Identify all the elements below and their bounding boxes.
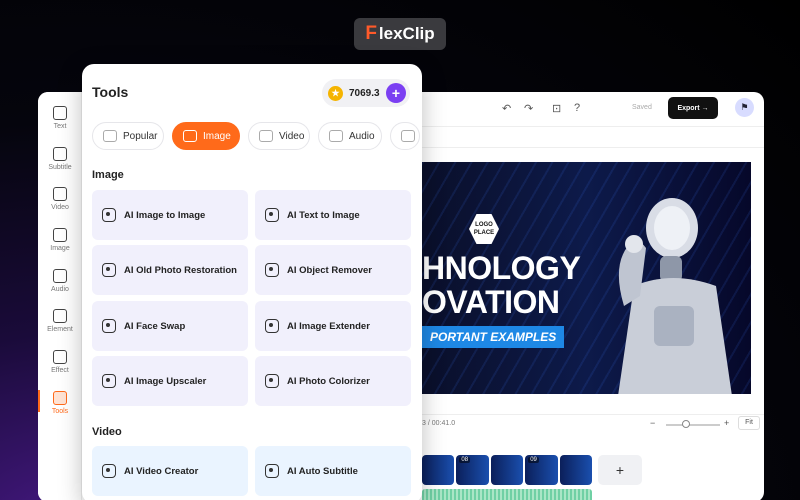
section-title-image: Image — [92, 169, 124, 181]
editor-subbar — [422, 126, 764, 148]
tab-image[interactable]: Image — [172, 122, 240, 150]
section-title-video: Video — [92, 426, 122, 438]
screen-icon[interactable]: ⊡ — [552, 102, 561, 115]
clip-track: 08 09 — [422, 455, 593, 485]
tool-card-ai-video-creator[interactable]: AI Video Creator — [92, 446, 248, 496]
audio-icon — [53, 269, 67, 283]
timeline-clip[interactable] — [490, 455, 524, 485]
saved-status: Saved — [632, 104, 652, 111]
sidebar-item-audio[interactable]: Audio — [38, 269, 82, 293]
coin-icon: ★ — [328, 85, 343, 101]
robot-image — [618, 198, 732, 394]
tab-popular[interactable]: Popular — [92, 122, 164, 150]
face-swap-icon — [102, 319, 116, 333]
sidebar-item-text[interactable]: Text — [38, 106, 82, 130]
tool-card-ai-face-swap[interactable]: AI Face Swap — [92, 301, 248, 351]
video-icon — [259, 130, 273, 142]
tools-icon — [53, 391, 67, 405]
logo-text: lexClip — [378, 24, 435, 43]
sidebar-item-tools[interactable]: Tools — [38, 391, 82, 415]
video-creator-icon — [102, 464, 116, 478]
image-to-image-icon — [102, 208, 116, 222]
timeline-clip[interactable]: 08 — [456, 455, 489, 485]
credits-value: 7069.3 — [349, 87, 380, 99]
tool-card-ai-photo-colorizer[interactable]: AI Photo Colorizer — [255, 356, 411, 406]
tool-card-ai-object-remover[interactable]: AI Object Remover — [255, 245, 411, 295]
image-extender-icon — [265, 319, 279, 333]
sidebar-item-element[interactable]: Element — [38, 309, 82, 333]
canvas-headline-1: HNOLOGY — [422, 250, 581, 286]
text-to-image-icon — [265, 208, 279, 222]
tab-audio[interactable]: Audio — [318, 122, 382, 150]
colorizer-icon — [265, 374, 279, 388]
sidebar-item-image[interactable]: Image — [38, 228, 82, 252]
image-icon — [53, 228, 67, 242]
logo-mark: F — [365, 23, 377, 44]
flexclip-logo: F lexClip — [354, 18, 446, 50]
audio-track[interactable] — [422, 489, 592, 500]
zoom-in-icon[interactable]: + — [724, 418, 729, 428]
text-icon — [53, 106, 67, 120]
canvas-subheadline: PORTANT EXAMPLES — [422, 326, 565, 348]
zoom-slider[interactable] — [666, 424, 720, 426]
tools-tabs: Popular Image Video Audio — [92, 122, 422, 150]
upscaler-icon — [102, 374, 116, 388]
timeline-clip[interactable] — [559, 455, 593, 485]
zoom-slider-handle[interactable] — [682, 420, 690, 428]
editor-sidebar: Text Subtitle Video Image Audio Element … — [38, 92, 82, 500]
canvas-headline-2: OVATION — [422, 284, 560, 320]
more-icon — [401, 130, 415, 142]
add-clip-button[interactable]: + — [598, 455, 642, 485]
wrench-icon — [102, 263, 116, 277]
tool-card-ai-image-upscaler[interactable]: AI Image Upscaler — [92, 356, 248, 406]
tab-video[interactable]: Video — [248, 122, 310, 150]
tab-more[interactable] — [390, 122, 420, 150]
subtitle-icon — [265, 464, 279, 478]
sidebar-item-subtitle[interactable]: Subtitle — [38, 147, 82, 171]
undo-icon[interactable]: ↶ — [502, 102, 511, 115]
timeline: 3 / 00:41.0 − + Fit 08 09 + — [422, 414, 764, 500]
timeline-clip[interactable] — [422, 455, 455, 485]
add-credits-button[interactable]: + — [386, 83, 406, 103]
video-canvas[interactable]: LOGO PLACE HNOLOGY OVATION PORTANT EXAMP… — [422, 162, 751, 394]
tools-panel: Tools ★ 7069.3 + Popular Image Video Aud… — [82, 64, 422, 500]
tools-title: Tools — [92, 84, 129, 100]
timeline-clip[interactable]: 09 — [525, 455, 558, 485]
sidebar-item-video[interactable]: Video — [38, 187, 82, 211]
tool-card-ai-text-to-image[interactable]: AI Text to Image — [255, 190, 411, 240]
audio-icon — [329, 130, 343, 142]
tool-card-ai-old-photo-restoration[interactable]: AI Old Photo Restoration — [92, 245, 248, 295]
avatar[interactable]: ⚑ — [735, 98, 754, 117]
image-icon — [183, 130, 197, 142]
tool-card-ai-auto-subtitle[interactable]: AI Auto Subtitle — [255, 446, 411, 496]
element-icon — [53, 309, 67, 323]
subtitle-icon — [53, 147, 67, 161]
time-display: 3 / 00:41.0 — [422, 420, 456, 427]
fit-button[interactable]: Fit — [738, 416, 760, 430]
export-button[interactable]: Export → — [668, 97, 718, 119]
help-icon[interactable]: ? — [574, 102, 580, 114]
object-remover-icon — [265, 263, 279, 277]
credits-balance: ★ 7069.3 + — [322, 79, 410, 107]
redo-icon[interactable]: ↷ — [524, 102, 533, 115]
tool-card-ai-image-extender[interactable]: AI Image Extender — [255, 301, 411, 351]
video-icon — [53, 187, 67, 201]
effect-icon — [53, 350, 67, 364]
zoom-out-icon[interactable]: − — [650, 418, 655, 428]
tool-card-ai-image-to-image[interactable]: AI Image to Image — [92, 190, 248, 240]
fire-icon — [103, 130, 117, 142]
sidebar-item-effect[interactable]: Effect — [38, 350, 82, 374]
